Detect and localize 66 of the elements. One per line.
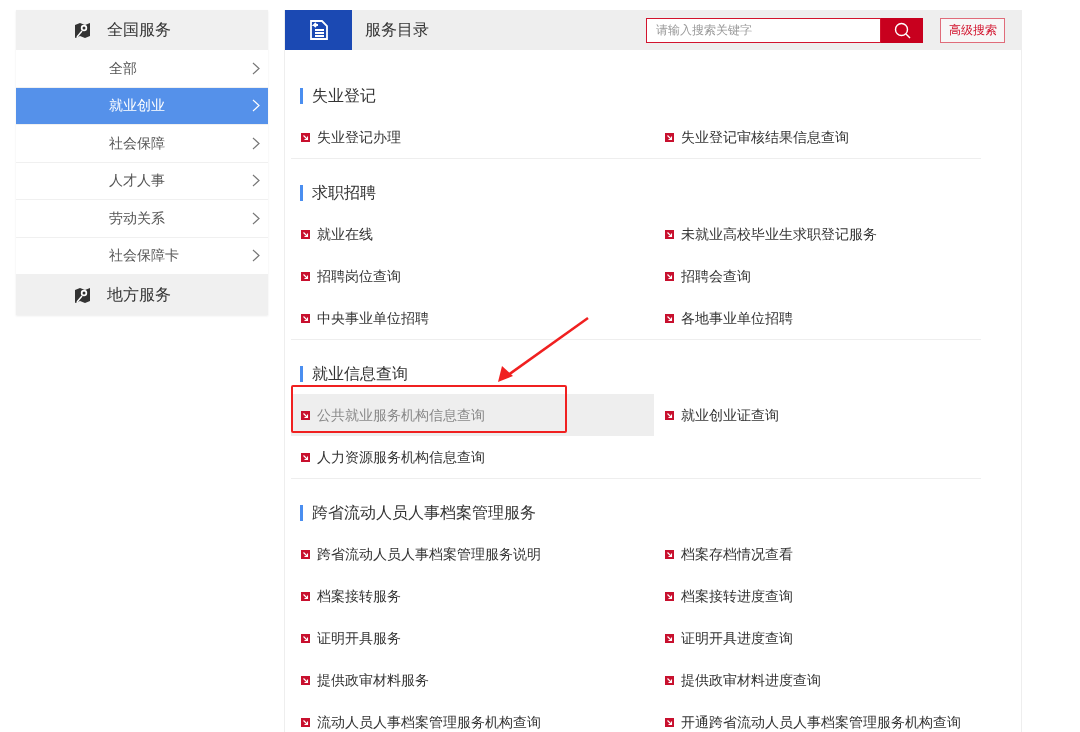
- search-field[interactable]: 请输入搜索关键字: [646, 17, 881, 43]
- service-link[interactable]: 流动人员人事档案管理服务机构查询: [301, 711, 541, 732]
- chevron-right-icon: [252, 99, 260, 113]
- service-link[interactable]: 失业登记审核结果信息查询: [665, 126, 849, 148]
- arrow-square-icon: [301, 229, 310, 239]
- service-link[interactable]: 开通跨省流动人员人事档案管理服务机构查询: [665, 711, 961, 732]
- service-link[interactable]: 未就业高校毕业生求职登记服务: [665, 223, 877, 245]
- section-title: 失业登记: [312, 86, 376, 106]
- arrow-square-icon: [665, 271, 674, 281]
- sidebar-item[interactable]: 社会保障: [16, 125, 268, 163]
- service-link[interactable]: 证明开具进度查询: [665, 627, 793, 649]
- sidebar-group-header[interactable]: 全国服务: [16, 10, 268, 50]
- search-button[interactable]: [881, 17, 923, 43]
- sidebar-group-header[interactable]: 地方服务: [16, 275, 268, 315]
- service-link[interactable]: 就业在线: [301, 223, 373, 245]
- service-link[interactable]: 提供政审材料服务: [301, 669, 429, 691]
- sidebar-item[interactable]: 社会保障卡: [16, 237, 268, 275]
- arrow-square-icon: [301, 132, 310, 142]
- service-link[interactable]: 提供政审材料进度查询: [665, 669, 821, 691]
- sidebar-item[interactable]: 劳动关系: [16, 200, 268, 238]
- arrow-square-icon: [301, 717, 310, 727]
- catalog-icon: [285, 10, 352, 50]
- arrow-square-icon: [301, 452, 310, 462]
- chevron-right-icon: [252, 174, 260, 188]
- sidebar-item[interactable]: 全部: [16, 50, 268, 88]
- service-link[interactable]: 证明开具服务: [301, 627, 401, 649]
- arrow-square-icon: [301, 633, 310, 643]
- map-pin-icon: [74, 21, 91, 39]
- section-title: 求职招聘: [312, 183, 376, 203]
- arrow-square-icon: [665, 410, 674, 420]
- service-link[interactable]: 档案接转进度查询: [665, 585, 793, 607]
- arrow-square-icon: [665, 717, 674, 727]
- chevron-right-icon: [252, 61, 260, 75]
- advanced-search-button[interactable]: 高级搜索: [940, 17, 1005, 43]
- chevron-right-icon: [252, 136, 260, 150]
- service-link[interactable]: 就业创业证查询: [665, 404, 779, 426]
- sidebar-item[interactable]: 人才人事: [16, 162, 268, 200]
- arrow-square-icon: [665, 313, 674, 323]
- service-link[interactable]: 招聘会查询: [665, 265, 751, 287]
- arrow-square-icon: [301, 410, 310, 420]
- arrow-square-icon: [301, 313, 310, 323]
- page-title: 服务目录: [365, 20, 429, 40]
- service-link[interactable]: 人力资源服务机构信息查询: [301, 446, 485, 468]
- arrow-square-icon: [301, 271, 310, 281]
- arrow-square-icon: [665, 132, 674, 142]
- section-title: 就业信息查询: [312, 364, 408, 384]
- arrow-square-icon: [301, 591, 310, 601]
- service-link[interactable]: 中央事业单位招聘: [301, 307, 429, 329]
- map-pin-icon: [74, 286, 91, 304]
- arrow-square-icon: [665, 633, 674, 643]
- service-link[interactable]: 各地事业单位招聘: [665, 307, 793, 329]
- chevron-right-icon: [252, 249, 260, 263]
- chevron-right-icon: [252, 211, 260, 225]
- search-icon: [893, 21, 911, 39]
- arrow-square-icon: [665, 675, 674, 685]
- arrow-square-icon: [665, 591, 674, 601]
- service-link[interactable]: 跨省流动人员人事档案管理服务说明: [301, 543, 541, 565]
- arrow-square-icon: [301, 675, 310, 685]
- service-link[interactable]: 失业登记办理: [301, 126, 401, 148]
- section-title: 跨省流动人员人事档案管理服务: [312, 503, 536, 523]
- service-link[interactable]: 招聘岗位查询: [301, 265, 401, 287]
- service-link[interactable]: 档案接转服务: [301, 585, 401, 607]
- arrow-square-icon: [665, 549, 674, 559]
- arrow-square-icon: [665, 229, 674, 239]
- service-link[interactable]: 档案存档情况查看: [665, 543, 793, 565]
- arrow-square-icon: [301, 549, 310, 559]
